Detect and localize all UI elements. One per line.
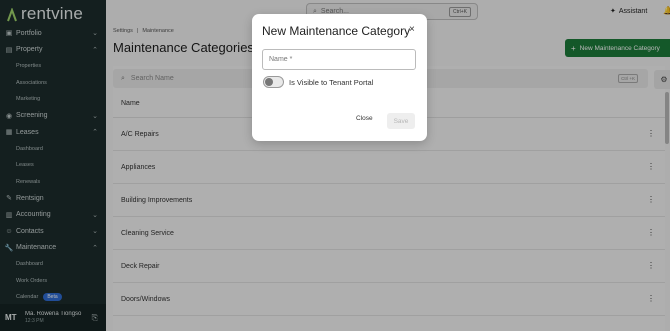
save-button[interactable]: Save [387,113,415,129]
toggle-knob [265,78,273,86]
close-button[interactable]: Close [356,115,373,122]
toggle-label: Is Visible to Tenant Portal [289,77,374,87]
close-icon[interactable]: × [409,24,415,35]
dialog-title: New Maintenance Category [262,24,411,38]
new-maintenance-category-dialog: New Maintenance Category × Name * Is Vis… [252,14,427,141]
tenant-portal-visibility-row: Is Visible to Tenant Portal [263,76,373,88]
tenant-portal-visibility-toggle[interactable] [263,76,284,88]
name-placeholder: Name * [269,56,293,63]
name-field[interactable]: Name * [262,49,416,70]
